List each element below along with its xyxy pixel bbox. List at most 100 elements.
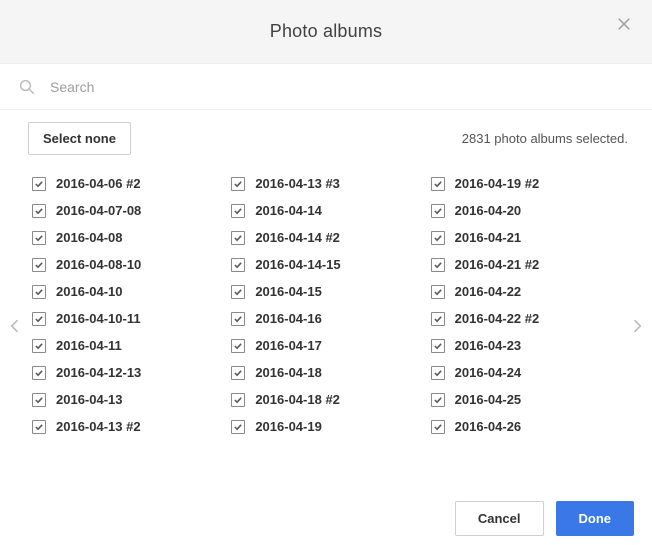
- album-item[interactable]: 2016-04-26: [429, 413, 622, 440]
- checkbox[interactable]: [431, 420, 445, 434]
- checkbox[interactable]: [231, 285, 245, 299]
- search-row: [0, 64, 652, 110]
- album-item[interactable]: 2016-04-21 #2: [429, 251, 622, 278]
- photo-albums-dialog: Photo albums Select none 2831 photo albu…: [0, 0, 652, 545]
- checkbox[interactable]: [32, 339, 46, 353]
- album-item[interactable]: 2016-04-13 #2: [30, 413, 223, 440]
- checkbox[interactable]: [431, 177, 445, 191]
- checkbox[interactable]: [32, 366, 46, 380]
- album-item[interactable]: 2016-04-08-10: [30, 251, 223, 278]
- checkbox[interactable]: [32, 420, 46, 434]
- checkbox[interactable]: [231, 231, 245, 245]
- check-icon: [433, 287, 443, 297]
- check-icon: [233, 422, 243, 432]
- dialog-footer: Cancel Done: [0, 491, 652, 545]
- select-none-button[interactable]: Select none: [28, 122, 131, 155]
- album-item[interactable]: 2016-04-15: [229, 278, 422, 305]
- checkbox[interactable]: [431, 231, 445, 245]
- check-icon: [233, 314, 243, 324]
- check-icon: [34, 314, 44, 324]
- checkbox[interactable]: [32, 258, 46, 272]
- toolbar: Select none 2831 photo albums selected.: [0, 110, 652, 166]
- album-item[interactable]: 2016-04-22: [429, 278, 622, 305]
- album-item[interactable]: 2016-04-23: [429, 332, 622, 359]
- checkbox[interactable]: [231, 420, 245, 434]
- check-icon: [233, 341, 243, 351]
- check-icon: [233, 206, 243, 216]
- album-item[interactable]: 2016-04-21: [429, 224, 622, 251]
- checkbox[interactable]: [231, 393, 245, 407]
- check-icon: [433, 422, 443, 432]
- checkbox[interactable]: [231, 339, 245, 353]
- check-icon: [433, 179, 443, 189]
- close-button[interactable]: [610, 12, 638, 40]
- album-item[interactable]: 2016-04-24: [429, 359, 622, 386]
- checkbox[interactable]: [431, 312, 445, 326]
- album-label: 2016-04-12-13: [56, 365, 141, 380]
- album-label: 2016-04-24: [455, 365, 522, 380]
- checkbox[interactable]: [431, 339, 445, 353]
- checkbox[interactable]: [431, 366, 445, 380]
- album-item[interactable]: 2016-04-08: [30, 224, 223, 251]
- checkbox[interactable]: [32, 204, 46, 218]
- check-icon: [233, 260, 243, 270]
- checkbox[interactable]: [231, 312, 245, 326]
- check-icon: [34, 341, 44, 351]
- album-item[interactable]: 2016-04-25: [429, 386, 622, 413]
- album-label: 2016-04-07-08: [56, 203, 141, 218]
- checkbox[interactable]: [32, 285, 46, 299]
- check-icon: [34, 260, 44, 270]
- checkbox[interactable]: [32, 177, 46, 191]
- album-item[interactable]: 2016-04-11: [30, 332, 223, 359]
- checkbox[interactable]: [431, 204, 445, 218]
- checkbox[interactable]: [431, 285, 445, 299]
- album-label: 2016-04-15: [255, 284, 322, 299]
- checkbox[interactable]: [231, 258, 245, 272]
- album-list-body: 2016-04-06 #22016-04-07-082016-04-082016…: [0, 166, 652, 491]
- checkbox[interactable]: [32, 312, 46, 326]
- album-label: 2016-04-23: [455, 338, 522, 353]
- album-item[interactable]: 2016-04-14: [229, 197, 422, 224]
- album-item[interactable]: 2016-04-14-15: [229, 251, 422, 278]
- album-label: 2016-04-06 #2: [56, 176, 141, 191]
- album-item[interactable]: 2016-04-13 #3: [229, 170, 422, 197]
- album-item[interactable]: 2016-04-18: [229, 359, 422, 386]
- checkbox[interactable]: [431, 258, 445, 272]
- cancel-button[interactable]: Cancel: [455, 501, 544, 536]
- album-item[interactable]: 2016-04-12-13: [30, 359, 223, 386]
- checkbox[interactable]: [32, 231, 46, 245]
- album-label: 2016-04-08-10: [56, 257, 141, 272]
- album-item[interactable]: 2016-04-10-11: [30, 305, 223, 332]
- checkbox[interactable]: [231, 366, 245, 380]
- album-item[interactable]: 2016-04-14 #2: [229, 224, 422, 251]
- album-item[interactable]: 2016-04-19 #2: [429, 170, 622, 197]
- album-item[interactable]: 2016-04-06 #2: [30, 170, 223, 197]
- prev-page-button[interactable]: [0, 166, 30, 491]
- album-item[interactable]: 2016-04-17: [229, 332, 422, 359]
- checkbox[interactable]: [231, 177, 245, 191]
- close-icon: [615, 15, 633, 38]
- checkbox[interactable]: [431, 393, 445, 407]
- album-label: 2016-04-25: [455, 392, 522, 407]
- album-item[interactable]: 2016-04-10: [30, 278, 223, 305]
- album-item[interactable]: 2016-04-18 #2: [229, 386, 422, 413]
- album-item[interactable]: 2016-04-19: [229, 413, 422, 440]
- album-label: 2016-04-19: [255, 419, 322, 434]
- album-label: 2016-04-18 #2: [255, 392, 340, 407]
- dialog-title: Photo albums: [270, 21, 382, 42]
- album-label: 2016-04-21 #2: [455, 257, 540, 272]
- checkbox[interactable]: [231, 204, 245, 218]
- album-item[interactable]: 2016-04-13: [30, 386, 223, 413]
- album-item[interactable]: 2016-04-22 #2: [429, 305, 622, 332]
- album-item[interactable]: 2016-04-07-08: [30, 197, 223, 224]
- check-icon: [34, 287, 44, 297]
- next-page-button[interactable]: [622, 166, 652, 491]
- checkbox[interactable]: [32, 393, 46, 407]
- album-label: 2016-04-17: [255, 338, 322, 353]
- album-item[interactable]: 2016-04-20: [429, 197, 622, 224]
- album-item[interactable]: 2016-04-16: [229, 305, 422, 332]
- done-button[interactable]: Done: [556, 501, 635, 536]
- chevron-left-icon: [7, 314, 23, 343]
- search-input[interactable]: [48, 78, 634, 96]
- album-label: 2016-04-26: [455, 419, 522, 434]
